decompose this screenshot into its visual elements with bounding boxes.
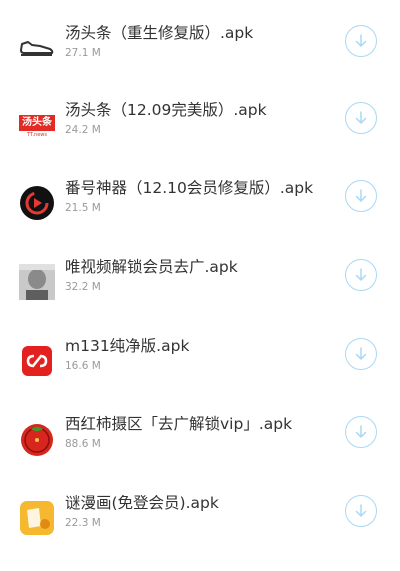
- download-button[interactable]: [345, 416, 377, 448]
- logo-text: 汤头条: [19, 115, 55, 131]
- download-button[interactable]: [345, 495, 377, 527]
- file-size: 24.2 M: [65, 124, 101, 136]
- file-name: 汤头条（12.09完美版）.apk: [65, 101, 267, 119]
- list-item[interactable]: 西红柿摄区「去广解锁vip」.apk 88.6 M: [0, 413, 400, 492]
- file-size: 88.6 M: [65, 438, 101, 450]
- red-cs-logo-icon: [19, 343, 55, 379]
- download-arrow-icon: [355, 347, 367, 360]
- logo-subtext: TT.news: [27, 132, 47, 138]
- list-item[interactable]: 谜漫画(免登会员).apk 22.3 M: [0, 492, 400, 571]
- file-size: 22.3 M: [65, 517, 101, 529]
- avatar-photo-icon: [19, 264, 55, 300]
- file-size: 21.5 M: [65, 202, 101, 214]
- file-name: 谜漫画(免登会员).apk: [65, 494, 219, 512]
- download-button[interactable]: [345, 338, 377, 370]
- list-item[interactable]: 汤头条（重生修复版）.apk 27.1 M: [0, 22, 400, 101]
- file-size: 16.6 M: [65, 360, 101, 372]
- list-item[interactable]: m131纯净版.apk 16.6 M: [0, 335, 400, 414]
- download-arrow-icon: [355, 425, 367, 438]
- download-button[interactable]: [345, 180, 377, 212]
- list-item[interactable]: 汤头条 TT.news 汤头条（12.09完美版）.apk 24.2 M: [0, 99, 400, 178]
- file-size: 27.1 M: [65, 47, 101, 59]
- apk-file-list: 汤头条（重生修复版）.apk 27.1 M 汤头条 TT.news 汤头条（12…: [0, 0, 400, 535]
- file-size: 32.2 M: [65, 281, 101, 293]
- tangtoutiao-logo-icon: 汤头条 TT.news: [19, 107, 55, 143]
- file-name: 唯视频解锁会员去广.apk: [65, 258, 238, 276]
- download-arrow-icon: [355, 189, 367, 202]
- list-item[interactable]: 唯视频解锁会员去广.apk 32.2 M: [0, 256, 400, 335]
- download-arrow-icon: [355, 504, 367, 517]
- list-item[interactable]: 番号神器（12.10会员修复版）.apk 21.5 M: [0, 177, 400, 256]
- download-arrow-icon: [355, 34, 367, 47]
- file-name: m131纯净版.apk: [65, 337, 190, 355]
- file-name: 西红柿摄区「去广解锁vip」.apk: [65, 415, 293, 433]
- download-arrow-icon: [355, 268, 367, 281]
- tomato-icon: [19, 421, 55, 457]
- file-name: 汤头条（重生修复版）.apk: [65, 24, 254, 42]
- file-name: 番号神器（12.10会员修复版）.apk: [65, 179, 314, 197]
- play-disc-icon: [19, 185, 55, 221]
- download-button[interactable]: [345, 25, 377, 57]
- download-arrow-icon: [355, 111, 367, 124]
- download-button[interactable]: [345, 102, 377, 134]
- download-button[interactable]: [345, 259, 377, 291]
- yellow-comic-icon: [19, 500, 55, 536]
- shoe-icon: [19, 30, 55, 66]
